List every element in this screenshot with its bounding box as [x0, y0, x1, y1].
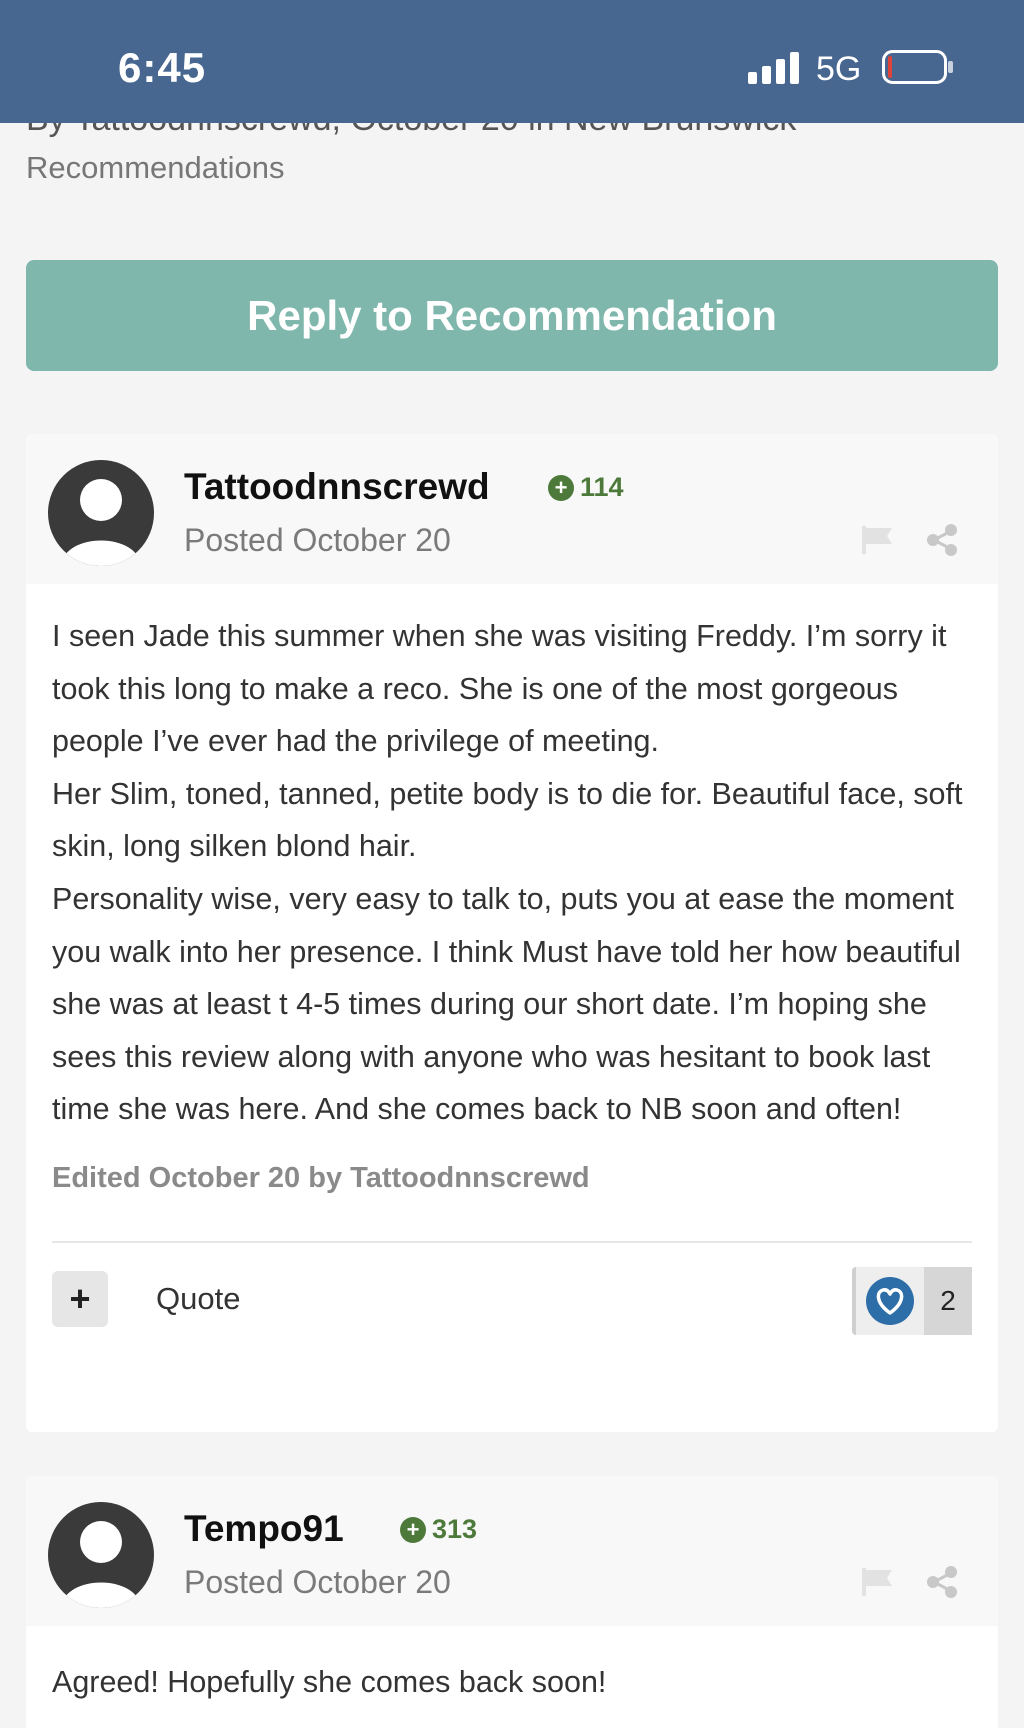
- edited-note: Edited October 20 by Tattoodnnscrewd: [52, 1162, 972, 1243]
- author-name[interactable]: Tattoodnnscrewd: [184, 466, 490, 508]
- post-date[interactable]: Posted October 20: [184, 1564, 451, 1601]
- post-header: Tattoodnnscrewd + 114 Posted October 20: [26, 434, 998, 584]
- share-icon[interactable]: [926, 524, 958, 556]
- flag-icon[interactable]: [862, 1568, 894, 1596]
- reputation-badge: + 313: [400, 1514, 477, 1545]
- flag-icon[interactable]: [862, 526, 894, 554]
- post-footer: + Quote 2: [26, 1243, 998, 1355]
- network-label: 5G: [816, 50, 862, 88]
- quote-button[interactable]: Quote: [156, 1281, 240, 1317]
- reputation-badge: + 114: [548, 472, 624, 503]
- multiquote-button[interactable]: +: [52, 1270, 108, 1327]
- post-body: I seen Jade this summer when she was vis…: [26, 584, 998, 1136]
- topic-tag[interactable]: Recommendations: [26, 150, 284, 186]
- avatar[interactable]: [48, 1502, 154, 1608]
- plus-circle-icon: +: [548, 474, 574, 501]
- battery-icon: [882, 50, 953, 84]
- avatar-placeholder: [61, 1521, 141, 1608]
- post-paragraph: Her Slim, toned, tanned, petite body is …: [52, 776, 963, 864]
- status-bar: 6:45 5G: [0, 0, 1024, 123]
- plus-circle-icon: +: [400, 1516, 426, 1543]
- reputation-count: 313: [432, 1514, 478, 1544]
- reply-button[interactable]: Reply to Recommendation: [26, 260, 998, 371]
- status-time: 6:45: [118, 44, 207, 91]
- share-icon[interactable]: [926, 1566, 958, 1598]
- avatar[interactable]: [48, 460, 154, 566]
- post-body: Agreed! Hopefully she comes back soon!: [26, 1626, 998, 1709]
- signal-icon: [748, 52, 799, 84]
- reputation-count: 114: [580, 472, 624, 502]
- post-paragraph: Personality wise, very easy to talk to, …: [52, 881, 961, 1127]
- heart-icon[interactable]: [866, 1276, 914, 1325]
- post-header: Tempo91 + 313 Posted October 20: [26, 1476, 998, 1626]
- author-name[interactable]: Tempo91: [184, 1508, 344, 1550]
- reaction-count: 2: [924, 1266, 972, 1335]
- post-paragraph: I seen Jade this summer when she was vis…: [52, 619, 947, 759]
- post: Tattoodnnscrewd + 114 Posted October 20 …: [26, 434, 998, 1432]
- avatar-placeholder: [61, 479, 141, 566]
- post: Tempo91 + 313 Posted October 20 Agreed! …: [26, 1476, 998, 1728]
- post-date[interactable]: Posted October 20: [184, 522, 451, 559]
- reaction-button[interactable]: 2: [852, 1266, 972, 1335]
- post-paragraph: Agreed! Hopefully she comes back soon!: [52, 1665, 607, 1699]
